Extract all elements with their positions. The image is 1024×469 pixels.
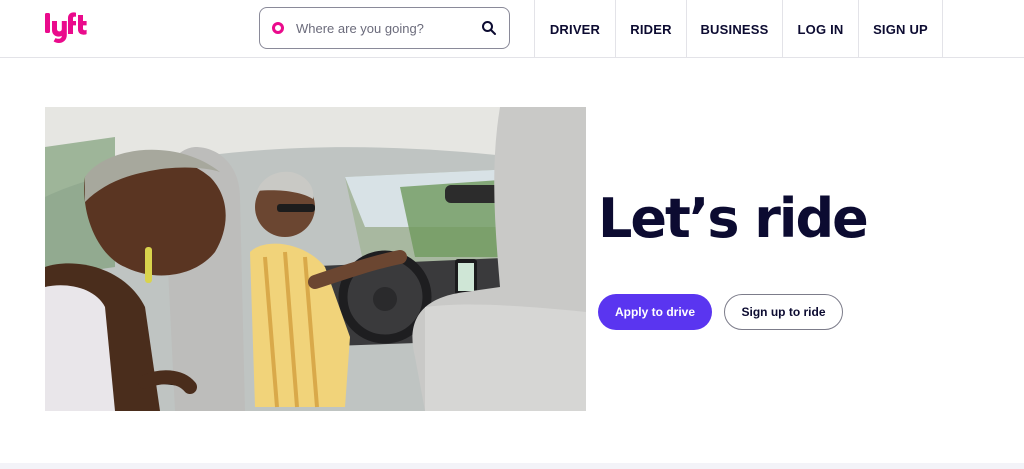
next-section-edge (0, 463, 1024, 469)
destination-search-box[interactable] (259, 7, 510, 49)
nav-driver-link[interactable]: DRIVER (534, 0, 615, 58)
location-pin-icon (272, 22, 284, 34)
lyft-logo[interactable] (44, 12, 90, 44)
sign-up-to-ride-button[interactable]: Sign up to ride (724, 294, 843, 330)
apply-to-drive-button[interactable]: Apply to drive (598, 294, 712, 330)
nav-login-link[interactable]: LOG IN (782, 0, 858, 58)
car-interior-illustration (45, 107, 586, 411)
nav-business-link[interactable]: BUSINESS (686, 0, 782, 58)
main-nav: DRIVER RIDER BUSINESS LOG IN SIGN UP (534, 0, 943, 58)
nav-rider-link[interactable]: RIDER (615, 0, 686, 58)
nav-signup-link[interactable]: SIGN UP (858, 0, 943, 58)
search-icon[interactable] (481, 20, 497, 36)
site-header: DRIVER RIDER BUSINESS LOG IN SIGN UP (0, 0, 1024, 58)
hero-photo (45, 107, 586, 411)
hero-title: Let’s ride (598, 187, 869, 250)
destination-search-input[interactable] (296, 20, 481, 36)
